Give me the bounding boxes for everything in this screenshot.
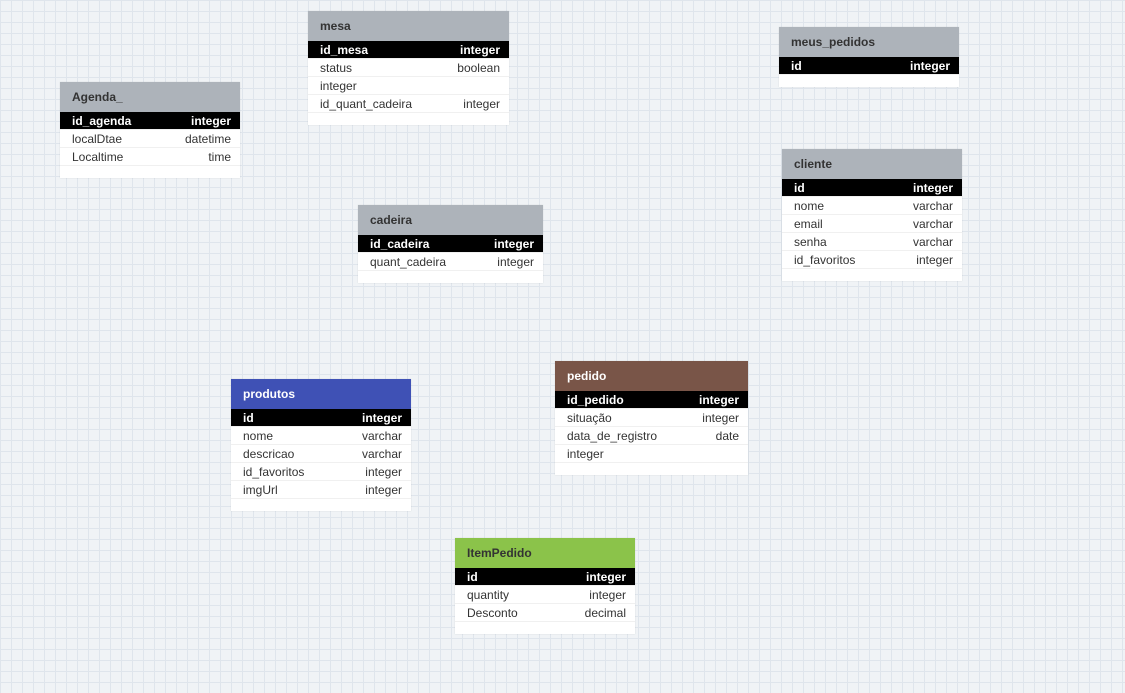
table-header[interactable]: mesa — [308, 11, 509, 41]
column-type: integer — [589, 588, 626, 602]
column-row[interactable]: descricao varchar — [231, 445, 411, 463]
column-name: id — [243, 411, 254, 425]
column-row[interactable]: quant_cadeira integer — [358, 253, 543, 271]
table-header[interactable]: cadeira — [358, 205, 543, 235]
table-header[interactable]: ItemPedido — [455, 538, 635, 568]
table-header[interactable]: Agenda_ — [60, 82, 240, 112]
table-produtos[interactable]: produtos id integer nome varchar descricao var… — [231, 379, 411, 511]
column-type: integer — [497, 255, 534, 269]
column-type: date — [715, 429, 739, 443]
column-type: varchar — [912, 199, 953, 213]
column-name: id_mesa — [320, 43, 369, 57]
column-name: quantity — [467, 588, 510, 602]
column-name: id_cadeira — [370, 237, 430, 251]
column-row[interactable]: situação integer — [555, 409, 748, 427]
column-name: id_pedido — [567, 393, 624, 407]
column-name: senha — [794, 235, 827, 249]
column-type: integer — [698, 393, 739, 407]
table-mesa[interactable]: mesa id_mesa integer status boolean integer id… — [308, 11, 509, 125]
column-name: id — [467, 570, 478, 584]
column-row[interactable]: id_quant_cadeira integer — [308, 95, 509, 113]
table-header[interactable]: cliente — [782, 149, 962, 179]
column-row[interactable]: id_favoritos integer — [231, 463, 411, 481]
primary-key-row[interactable]: id_cadeira integer — [358, 235, 543, 253]
column-row[interactable]: email varchar — [782, 215, 962, 233]
column-type: integer — [365, 483, 402, 497]
column-row[interactable]: localDtae datetime — [60, 130, 240, 148]
column-name: data_de_registro — [567, 429, 658, 443]
column-type: integer — [361, 411, 402, 425]
column-type: integer — [585, 570, 626, 584]
column-row[interactable]: id_favoritos integer — [782, 251, 962, 269]
column-name: id — [794, 181, 805, 195]
column-name: imgUrl — [243, 483, 278, 497]
table-header[interactable]: meus_pedidos — [779, 27, 959, 57]
column-type: decimal — [584, 606, 626, 620]
column-type: datetime — [184, 132, 231, 146]
primary-key-row[interactable]: id integer — [782, 179, 962, 197]
column-name: nome — [794, 199, 825, 213]
column-type: integer — [493, 237, 534, 251]
primary-key-row[interactable]: id_pedido integer — [555, 391, 748, 409]
column-name: status — [320, 61, 353, 75]
column-type: integer — [463, 97, 500, 111]
column-row[interactable]: data_de_registro date — [555, 427, 748, 445]
primary-key-row[interactable]: id integer — [455, 568, 635, 586]
column-type: varchar — [912, 217, 953, 231]
column-name: integer — [567, 447, 604, 461]
column-type: integer — [909, 59, 950, 73]
column-type: boolean — [457, 61, 500, 75]
column-name: id_favoritos — [243, 465, 305, 479]
column-row[interactable]: integer — [555, 445, 748, 463]
table-meus-pedidos[interactable]: meus_pedidosid integer — [779, 27, 959, 87]
column-name: id — [791, 59, 802, 73]
column-name: Localtime — [72, 150, 124, 164]
table-cadeira[interactable]: cadeira id_cadeira integer quant_cadeira int… — [358, 205, 543, 283]
column-name: id_quant_cadeira — [320, 97, 413, 111]
column-name: email — [794, 217, 823, 231]
column-row[interactable]: imgUrl integer — [231, 481, 411, 499]
column-row[interactable]: status boolean — [308, 59, 509, 77]
column-row[interactable]: Localtime time — [60, 148, 240, 166]
primary-key-row[interactable]: id_agenda integer — [60, 112, 240, 130]
column-type: varchar — [361, 447, 402, 461]
table-itempedido[interactable]: ItemPedido id integer quantity integer Descon… — [455, 538, 635, 634]
column-type: integer — [702, 411, 739, 425]
column-type: integer — [912, 181, 953, 195]
column-name: situação — [567, 411, 612, 425]
column-type: time — [208, 150, 231, 164]
table-pedido[interactable]: pedido id_pedido integer situação integer dat… — [555, 361, 748, 475]
primary-key-row[interactable]: id integer — [231, 409, 411, 427]
table-agenda[interactable]: Agenda_ id_agenda integer localDtae datetime… — [60, 82, 240, 178]
table-cliente[interactable]: cliente id integer nome varchar email varchar s… — [782, 149, 962, 281]
column-name: integer — [320, 79, 357, 93]
column-name: descricao — [243, 447, 295, 461]
column-row[interactable]: Desconto decimal — [455, 604, 635, 622]
column-name: id_agenda — [72, 114, 132, 128]
column-name: id_favoritos — [794, 253, 856, 267]
column-name: Desconto — [467, 606, 518, 620]
column-type: varchar — [912, 235, 953, 249]
column-row[interactable]: integer — [308, 77, 509, 95]
column-type: integer — [916, 253, 953, 267]
column-name: nome — [243, 429, 274, 443]
table-header[interactable]: produtos — [231, 379, 411, 409]
column-row[interactable]: senha varchar — [782, 233, 962, 251]
primary-key-row[interactable]: id_mesa integer — [308, 41, 509, 59]
column-row[interactable]: nome varchar — [231, 427, 411, 445]
column-row[interactable]: nome varchar — [782, 197, 962, 215]
column-row[interactable]: quantity integer — [455, 586, 635, 604]
column-type: integer — [365, 465, 402, 479]
column-name: quant_cadeira — [370, 255, 447, 269]
column-type: integer — [459, 43, 500, 57]
column-name: localDtae — [72, 132, 123, 146]
primary-key-row[interactable]: id integer — [779, 57, 959, 75]
table-header[interactable]: pedido — [555, 361, 748, 391]
column-type: integer — [190, 114, 231, 128]
column-type: varchar — [361, 429, 402, 443]
